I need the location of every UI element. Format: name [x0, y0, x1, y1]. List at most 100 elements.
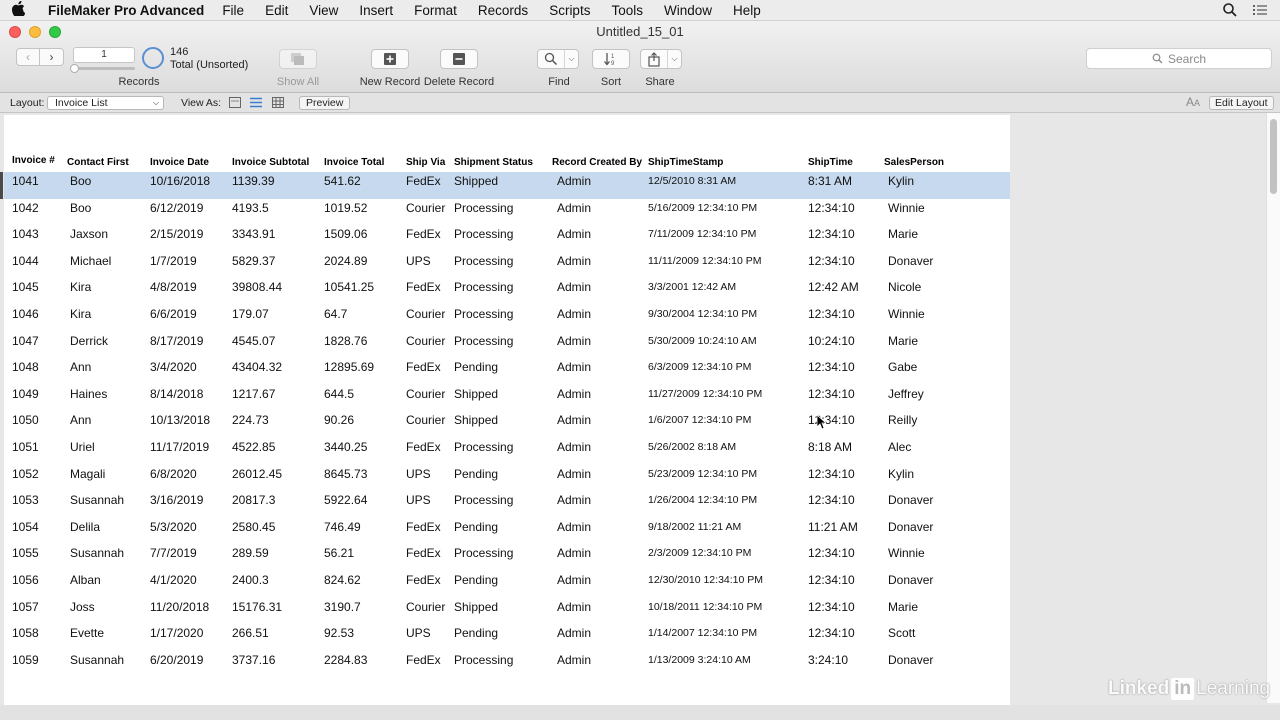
table-cell[interactable]: Admin — [557, 359, 591, 375]
previous-record-button[interactable]: ‹ — [16, 48, 40, 66]
table-cell[interactable]: 6/3/2009 12:34:10 PM — [648, 359, 751, 375]
table-cell[interactable]: 12:34:10 — [808, 545, 855, 561]
table-cell[interactable]: 2024.89 — [324, 253, 367, 269]
table-cell[interactable]: FedEx — [406, 519, 441, 535]
share-dropdown-chevron-icon[interactable]: ⌵ — [667, 50, 681, 68]
table-row[interactable]: 1042 Boo 6/12/2019 4193.5 1019.52 Courier Proc… — [4, 199, 1010, 226]
table-cell[interactable]: 6/8/2020 — [150, 466, 197, 482]
table-cell[interactable]: 92.53 — [324, 625, 354, 641]
table-cell[interactable]: 5/30/2009 10:24:10 AM — [648, 333, 757, 349]
preview-button[interactable]: Preview — [299, 96, 351, 110]
notification-center-icon[interactable] — [1252, 2, 1268, 18]
table-cell[interactable]: Pending — [454, 572, 498, 588]
table-cell[interactable]: 12:34:10 — [808, 200, 855, 216]
table-cell[interactable]: 15176.31 — [232, 599, 282, 615]
table-row[interactable]: 1057 Joss 11/20/2018 15176.31 3190.7 Courier S… — [4, 598, 1010, 625]
table-cell[interactable]: Admin — [557, 439, 591, 455]
column-header[interactable]: Invoice Total — [324, 157, 384, 168]
table-view-icon[interactable] — [272, 97, 284, 108]
find-dropdown-chevron-icon[interactable]: ⌵ — [564, 50, 578, 68]
table-cell[interactable]: Shipped — [454, 386, 498, 402]
table-cell[interactable]: 43404.32 — [232, 359, 282, 375]
table-cell[interactable]: 1046 — [12, 306, 39, 322]
menu-help[interactable]: Help — [733, 3, 761, 18]
table-cell[interactable]: 1051 — [12, 439, 39, 455]
table-cell[interactable]: Admin — [557, 545, 591, 561]
table-row[interactable]: 1044 Michael 1/7/2019 5829.37 2024.89 UPS Proc… — [4, 252, 1010, 279]
table-cell[interactable]: 4545.07 — [232, 333, 275, 349]
app-name-menu[interactable]: FileMaker Pro Advanced — [48, 3, 204, 18]
table-cell[interactable]: Alec — [888, 439, 911, 455]
table-cell[interactable]: Delila — [70, 519, 100, 535]
table-cell[interactable]: Marie — [888, 333, 918, 349]
table-cell[interactable]: Gabe — [888, 359, 917, 375]
column-header[interactable]: ShipTime — [808, 157, 853, 168]
table-cell[interactable]: Nicole — [888, 279, 921, 295]
table-cell[interactable]: Reilly — [888, 412, 917, 428]
table-cell[interactable]: 1041 — [12, 173, 39, 189]
table-cell[interactable]: 5922.64 — [324, 492, 367, 508]
table-cell[interactable]: Kylin — [888, 173, 914, 189]
table-cell[interactable]: FedEx — [406, 359, 441, 375]
table-cell[interactable]: 11/17/2019 — [150, 439, 209, 455]
table-cell[interactable]: Marie — [888, 599, 918, 615]
find-button[interactable]: ⌵ — [537, 49, 579, 69]
table-cell[interactable]: 1052 — [12, 466, 39, 482]
table-cell[interactable]: Donaver — [888, 652, 933, 668]
table-cell[interactable]: 6/20/2019 — [150, 652, 203, 668]
table-cell[interactable]: 10/18/2011 12:34:10 PM — [648, 599, 762, 615]
table-cell[interactable]: 541.62 — [324, 173, 361, 189]
list-view-icon[interactable] — [250, 97, 262, 108]
table-cell[interactable]: Admin — [557, 253, 591, 269]
search-field[interactable]: Search — [1086, 48, 1272, 69]
table-cell[interactable]: FedEx — [406, 279, 441, 295]
table-cell[interactable]: Admin — [557, 279, 591, 295]
table-cell[interactable]: 64.7 — [324, 306, 347, 322]
table-cell[interactable]: 1049 — [12, 386, 39, 402]
table-cell[interactable]: Pending — [454, 359, 498, 375]
table-cell[interactable]: Courier — [406, 386, 445, 402]
table-cell[interactable]: 5/3/2020 — [150, 519, 197, 535]
table-cell[interactable]: Alban — [70, 572, 101, 588]
table-cell[interactable]: Admin — [557, 200, 591, 216]
table-cell[interactable]: 12:34:10 — [808, 625, 855, 641]
table-cell[interactable]: 1042 — [12, 200, 39, 216]
table-cell[interactable]: Derrick — [70, 333, 108, 349]
column-header[interactable]: ShipTimeStamp — [648, 157, 723, 168]
menu-window[interactable]: Window — [664, 3, 712, 18]
table-cell[interactable]: Processing — [454, 200, 513, 216]
table-cell[interactable]: 746.49 — [324, 519, 361, 535]
table-cell[interactable]: Processing — [454, 439, 513, 455]
table-row[interactable]: 1048 Ann 3/4/2020 43404.32 12895.69 FedEx Pend… — [4, 358, 1010, 385]
table-cell[interactable]: 10/13/2018 — [150, 412, 210, 428]
table-cell[interactable]: 7/7/2019 — [150, 545, 197, 561]
column-header[interactable]: Invoice # — [12, 155, 55, 166]
table-cell[interactable]: Jaxson — [70, 226, 108, 242]
table-row[interactable]: 1045 Kira 4/8/2019 39808.44 10541.25 FedEx Pro… — [4, 278, 1010, 305]
table-cell[interactable]: 1/6/2007 12:34:10 PM — [648, 412, 751, 428]
table-cell[interactable]: 1828.76 — [324, 333, 367, 349]
table-cell[interactable]: 90.26 — [324, 412, 354, 428]
table-cell[interactable]: 1045 — [12, 279, 39, 295]
table-row[interactable]: 1046 Kira 6/6/2019 179.07 64.7 Courier Process… — [4, 305, 1010, 332]
table-cell[interactable]: Donaver — [888, 492, 933, 508]
table-cell[interactable]: 9/18/2002 11:21 AM — [648, 519, 741, 535]
table-cell[interactable]: 1050 — [12, 412, 39, 428]
delete-record-button[interactable] — [440, 49, 478, 69]
table-cell[interactable]: Pending — [454, 625, 498, 641]
table-row[interactable]: 1054 Delila 5/3/2020 2580.45 746.49 FedEx Pend… — [4, 518, 1010, 545]
table-cell[interactable]: Processing — [454, 279, 513, 295]
table-cell[interactable]: 12:34:10 — [808, 253, 855, 269]
table-cell[interactable]: 1048 — [12, 359, 39, 375]
table-row[interactable]: 1049 Haines 8/14/2018 1217.67 644.5 Courier Sh… — [4, 385, 1010, 412]
table-cell[interactable]: 11/11/2009 12:34:10 PM — [648, 253, 761, 269]
table-cell[interactable]: Processing — [454, 492, 513, 508]
table-row[interactable]: 1041 Boo 10/16/2018 1139.39 541.62 FedEx Shipp… — [0, 172, 1010, 199]
share-button[interactable]: ⌵ — [640, 49, 682, 69]
table-cell[interactable]: Admin — [557, 625, 591, 641]
table-cell[interactable]: Courier — [406, 200, 445, 216]
table-cell[interactable]: 6/6/2019 — [150, 306, 197, 322]
table-cell[interactable]: 4193.5 — [232, 200, 269, 216]
table-cell[interactable]: 12895.69 — [324, 359, 374, 375]
table-cell[interactable]: 1056 — [12, 572, 39, 588]
